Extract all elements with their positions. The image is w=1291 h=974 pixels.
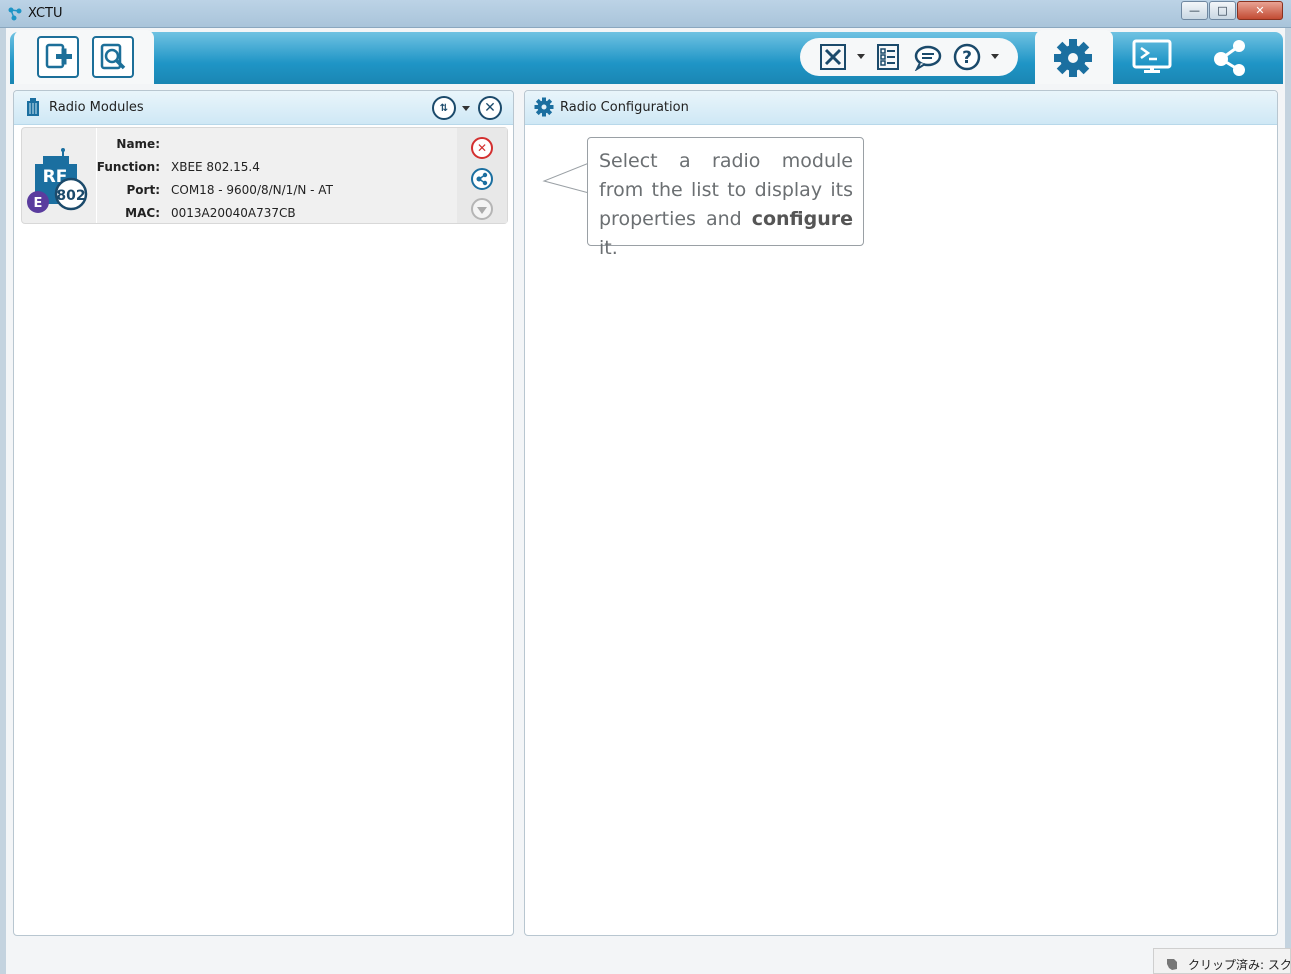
radio-modules-panel: Radio Modules ⇅ ✕ RF 802 E Name: Functio… xyxy=(13,90,514,936)
profile-button[interactable] xyxy=(873,42,903,72)
clip-status-text: クリップ済み: スク xyxy=(1188,958,1291,972)
help-dropdown-caret[interactable] xyxy=(991,54,999,59)
search-device-icon xyxy=(100,43,126,70)
radio-configuration-title: Radio Configuration xyxy=(560,100,689,115)
minimize-button[interactable]: — xyxy=(1181,1,1208,20)
tab-network[interactable] xyxy=(1208,36,1252,80)
title-bar: XCTU — □ ✕ xyxy=(0,0,1291,28)
hint-bold-text: configure xyxy=(751,208,853,230)
module-info: Name: Function: XBEE 802.15.4 Port: COM1… xyxy=(96,128,458,223)
gear-small-icon xyxy=(534,97,554,117)
tools-dropdown-caret[interactable] xyxy=(857,54,865,59)
chevron-down-icon xyxy=(477,206,487,214)
sort-modules-button[interactable]: ⇅ xyxy=(432,96,456,120)
expand-module-button[interactable] xyxy=(471,198,493,220)
gear-icon xyxy=(1054,39,1092,77)
mac-label: MAC: xyxy=(125,206,160,220)
feedback-button[interactable] xyxy=(912,42,942,72)
checklist-icon xyxy=(877,44,899,70)
svg-text:?: ? xyxy=(962,48,972,68)
mac-value: 0013A20040A737CB xyxy=(171,206,296,220)
port-value: COM18 - 9600/8/N/1/N - AT xyxy=(171,183,333,197)
function-label: Function: xyxy=(96,160,160,174)
module-protocol-label: 802 xyxy=(56,188,85,204)
network-icon xyxy=(1214,40,1245,76)
window-title: XCTU xyxy=(28,6,63,21)
hint-text-end: it. xyxy=(599,237,618,259)
help-button[interactable]: ? xyxy=(952,42,982,72)
remove-icon: ✕ xyxy=(476,141,488,155)
radio-configuration-header: Radio Configuration xyxy=(525,91,1277,125)
tab-configuration[interactable] xyxy=(1051,36,1095,80)
module-actions: ✕ xyxy=(457,128,507,223)
maximize-button[interactable]: □ xyxy=(1209,1,1236,20)
radio-module-icon xyxy=(27,98,39,116)
port-label: Port: xyxy=(126,183,161,197)
add-device-button[interactable] xyxy=(37,36,79,78)
radio-module-card[interactable]: RF 802 E Name: Function: XBEE 802.15.4 P… xyxy=(21,127,508,224)
callout-tail xyxy=(542,163,590,194)
tools-icon xyxy=(820,44,846,70)
console-monitor-icon xyxy=(1132,39,1172,73)
sort-icon: ⇅ xyxy=(439,102,449,114)
close-window-button[interactable]: ✕ xyxy=(1237,1,1283,20)
remove-module-button[interactable]: ✕ xyxy=(471,137,493,159)
remove-all-modules-button[interactable]: ✕ xyxy=(478,96,502,120)
radio-modules-title: Radio Modules xyxy=(49,100,144,115)
add-device-icon xyxy=(45,43,72,69)
sort-dropdown-caret[interactable] xyxy=(462,106,470,111)
discover-network-button[interactable] xyxy=(471,168,493,190)
tools-button[interactable] xyxy=(818,42,848,72)
help-icon: ? xyxy=(953,43,981,71)
tab-consoles[interactable] xyxy=(1130,36,1174,80)
chat-bubbles-icon xyxy=(914,45,942,71)
select-module-hint: Select a radio module from the list to d… xyxy=(587,137,864,259)
name-label: Name: xyxy=(116,137,160,151)
xctu-logo-icon xyxy=(8,7,22,21)
evernote-elephant-icon xyxy=(1167,959,1177,970)
close-icon: ✕ xyxy=(484,100,496,116)
xbee-802-module-icon: RF 802 E xyxy=(27,148,88,213)
network-small-icon xyxy=(476,172,488,186)
module-endpoint-label: E xyxy=(34,196,43,211)
function-value: XBEE 802.15.4 xyxy=(171,160,260,174)
clip-status-notification: クリップ済み: スク xyxy=(1153,948,1291,974)
discover-devices-button[interactable] xyxy=(92,36,134,78)
radio-modules-header: Radio Modules ⇅ ✕ xyxy=(14,91,513,125)
